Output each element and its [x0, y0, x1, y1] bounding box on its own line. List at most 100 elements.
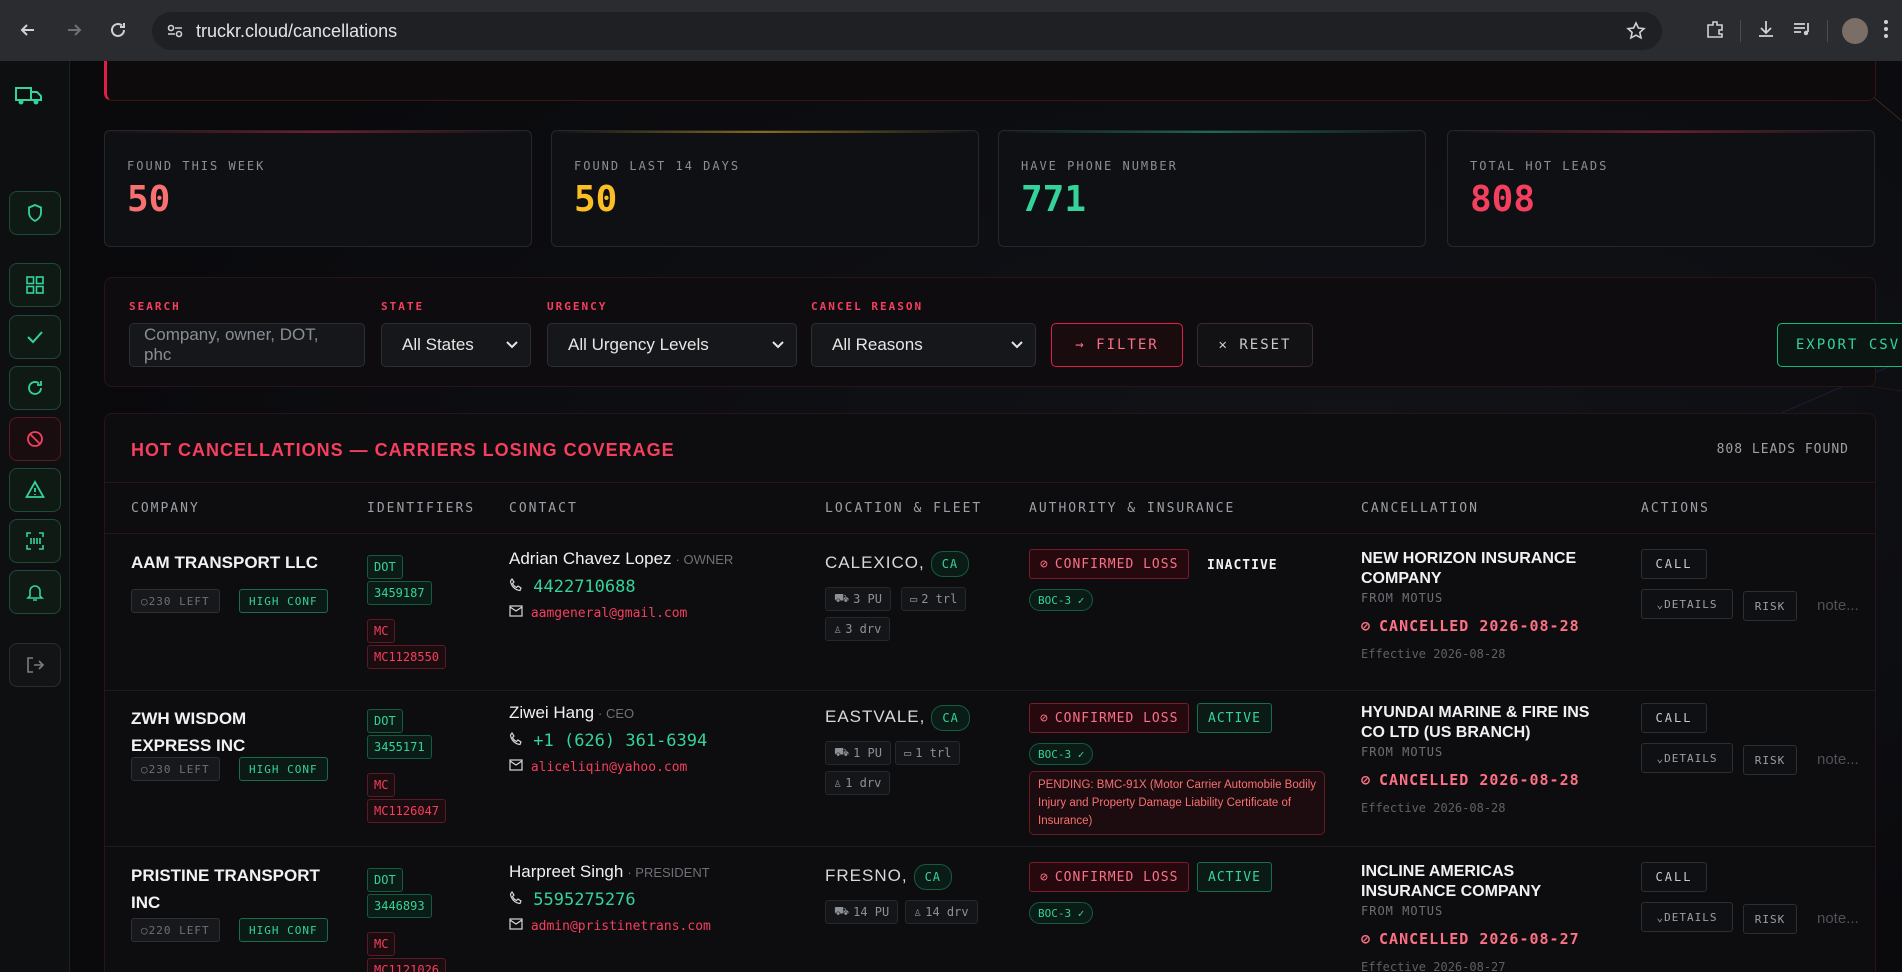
chevron-down-icon — [1011, 341, 1023, 349]
table-row[interactable]: PRISTINE TRANSPORT INC ○ 220 LEFT HIGH C… — [105, 850, 1875, 972]
notes-input[interactable]: note... — [1817, 751, 1859, 768]
divider — [1740, 20, 1741, 42]
contact-phone[interactable]: +1 (626) 361-6394 — [509, 731, 707, 751]
contact-email[interactable]: aamgeneral@gmail.com — [509, 605, 687, 621]
contact-name: Ziwei Hang · CEO — [509, 703, 635, 722]
main-content: FOUND THIS WEEK 50 FOUND LAST 14 DAYS 50… — [70, 61, 1902, 972]
column-header: COMPANY — [131, 501, 200, 516]
search-label: SEARCH — [129, 300, 181, 313]
risk-button[interactable]: RISK — [1743, 904, 1797, 934]
toolbar-right — [1704, 12, 1902, 50]
risk-button[interactable]: RISK — [1743, 591, 1797, 621]
menu-icon[interactable] — [1882, 18, 1890, 45]
url-text[interactable]: truckr.cloud/cancellations — [196, 21, 397, 42]
days-left-badge: ○ 230 LEFT — [131, 757, 220, 781]
details-button[interactable]: ⌄DETAILS — [1641, 589, 1733, 619]
status-inactive: INACTIVE — [1207, 558, 1278, 573]
mail-icon — [509, 918, 523, 930]
dot-number[interactable]: 3446893 — [367, 894, 432, 918]
address-bar[interactable]: truckr.cloud/cancellations — [152, 12, 1662, 50]
location: FRESNO, CA — [825, 864, 953, 890]
contact-email[interactable]: admin@pristinetrans.com — [509, 918, 711, 934]
phone-icon — [509, 731, 522, 746]
refresh-icon[interactable] — [9, 366, 61, 410]
table-header: COMPANY IDENTIFIERS CONTACT LOCATION & F… — [105, 482, 1875, 534]
dot-number[interactable]: 3459187 — [367, 581, 432, 605]
contact-phone[interactable]: 4422710688 — [509, 577, 636, 597]
cancelled-date: ⊘ CANCELLED 2026-08-28 — [1361, 617, 1580, 635]
download-icon[interactable] — [1755, 18, 1777, 45]
data-source: FROM MOTUS — [1361, 745, 1444, 759]
power-units-badge: ⛟ 14 PU — [825, 900, 899, 924]
table-row[interactable]: AAM TRANSPORT LLC ○ 230 LEFT HIGH CONF D… — [105, 535, 1875, 691]
bell-icon[interactable] — [9, 570, 61, 614]
mc-label: MC — [367, 932, 396, 956]
state-select[interactable]: All States — [381, 323, 531, 367]
table-row[interactable]: ZWH WISDOM EXPRESS INC ○ 230 LEFT HIGH C… — [105, 691, 1875, 847]
cancel-icon[interactable] — [9, 417, 61, 461]
boc3-badge: BOC-3 ✓ — [1029, 902, 1094, 924]
urgency-select[interactable]: All Urgency Levels — [547, 323, 797, 367]
divider — [1827, 20, 1828, 42]
warning-icon[interactable] — [9, 468, 61, 512]
details-button[interactable]: ⌄DETAILS — [1641, 902, 1733, 932]
cancel-reason-select[interactable]: All Reasons — [811, 323, 1036, 367]
urgency-select-value: All Urgency Levels — [568, 335, 709, 354]
boc3-badge: BOC-3 ✓ — [1029, 589, 1094, 611]
contact-phone[interactable]: 5595275276 — [509, 890, 636, 910]
state-select-value: All States — [402, 335, 474, 354]
confidence-badge: HIGH CONF — [239, 589, 328, 613]
logout-icon[interactable] — [9, 643, 61, 687]
stat-label: TOTAL HOT LEADS — [1470, 159, 1609, 173]
media-control-icon[interactable] — [1791, 18, 1813, 45]
company-name[interactable]: PRISTINE TRANSPORT INC — [131, 862, 331, 916]
export-csv-button[interactable]: EXPORT CSV — [1777, 323, 1902, 367]
column-header: AUTHORITY & INSURANCE — [1029, 501, 1236, 516]
forward-icon[interactable] — [56, 12, 92, 48]
search-input[interactable]: Company, owner, DOT, phc — [129, 323, 365, 367]
leads-count: 808 LEADS FOUND — [1716, 442, 1849, 457]
scan-icon[interactable] — [9, 519, 61, 563]
dot-label: DOT — [367, 709, 403, 733]
site-info-icon[interactable] — [166, 22, 184, 45]
trailers-badge: ▭ 1 trl — [895, 741, 961, 765]
company-name[interactable]: AAM TRANSPORT LLC — [131, 549, 331, 576]
call-button[interactable]: CALL — [1641, 862, 1707, 892]
dashboard-grid-icon[interactable] — [9, 263, 61, 307]
profile-avatar[interactable] — [1842, 18, 1868, 44]
check-icon[interactable] — [9, 315, 61, 359]
data-source: FROM MOTUS — [1361, 904, 1444, 918]
mc-label: MC — [367, 773, 396, 797]
mc-number[interactable]: MC1126047 — [367, 799, 447, 823]
stat-label: FOUND LAST 14 DAYS — [574, 159, 741, 173]
call-button[interactable]: CALL — [1641, 549, 1707, 579]
company-name[interactable]: ZWH WISDOM EXPRESS INC — [131, 705, 331, 759]
shield-icon[interactable] — [9, 191, 61, 235]
details-button[interactable]: ⌄DETAILS — [1641, 743, 1733, 773]
contact-role: · OWNER — [675, 552, 734, 567]
truck-logo-icon[interactable] — [14, 85, 44, 112]
reload-icon[interactable] — [100, 12, 136, 48]
dot-number[interactable]: 3455171 — [367, 735, 432, 759]
notes-input[interactable]: note... — [1817, 910, 1859, 927]
mc-number[interactable]: MC1121026 — [367, 958, 447, 972]
drivers-badge: ♙ 3 drv — [825, 617, 891, 641]
confirmed-loss-badge: ⊘ CONFIRMED LOSS — [1029, 862, 1190, 892]
back-icon[interactable] — [10, 12, 46, 48]
cancelled-date: ⊘ CANCELLED 2026-08-28 — [1361, 771, 1580, 789]
browser-toolbar: truckr.cloud/cancellations — [0, 0, 1902, 61]
risk-button[interactable]: RISK — [1743, 745, 1797, 775]
filter-button[interactable]: → FILTER — [1051, 323, 1183, 367]
reset-button[interactable]: ✕ RESET — [1197, 323, 1313, 367]
days-left-badge: ○ 220 LEFT — [131, 918, 220, 942]
sidebar — [0, 61, 70, 972]
state-badge: CA — [931, 705, 970, 731]
call-button[interactable]: CALL — [1641, 703, 1707, 733]
contact-email[interactable]: aliceliqin@yahoo.com — [509, 759, 687, 775]
effective-date: Effective 2026-08-28 — [1361, 647, 1506, 661]
extensions-icon[interactable] — [1704, 18, 1726, 45]
notes-input[interactable]: note... — [1817, 597, 1859, 614]
bookmark-star-icon[interactable] — [1626, 21, 1646, 46]
location: CALEXICO, CA — [825, 551, 970, 577]
mc-number[interactable]: MC1128550 — [367, 645, 447, 669]
